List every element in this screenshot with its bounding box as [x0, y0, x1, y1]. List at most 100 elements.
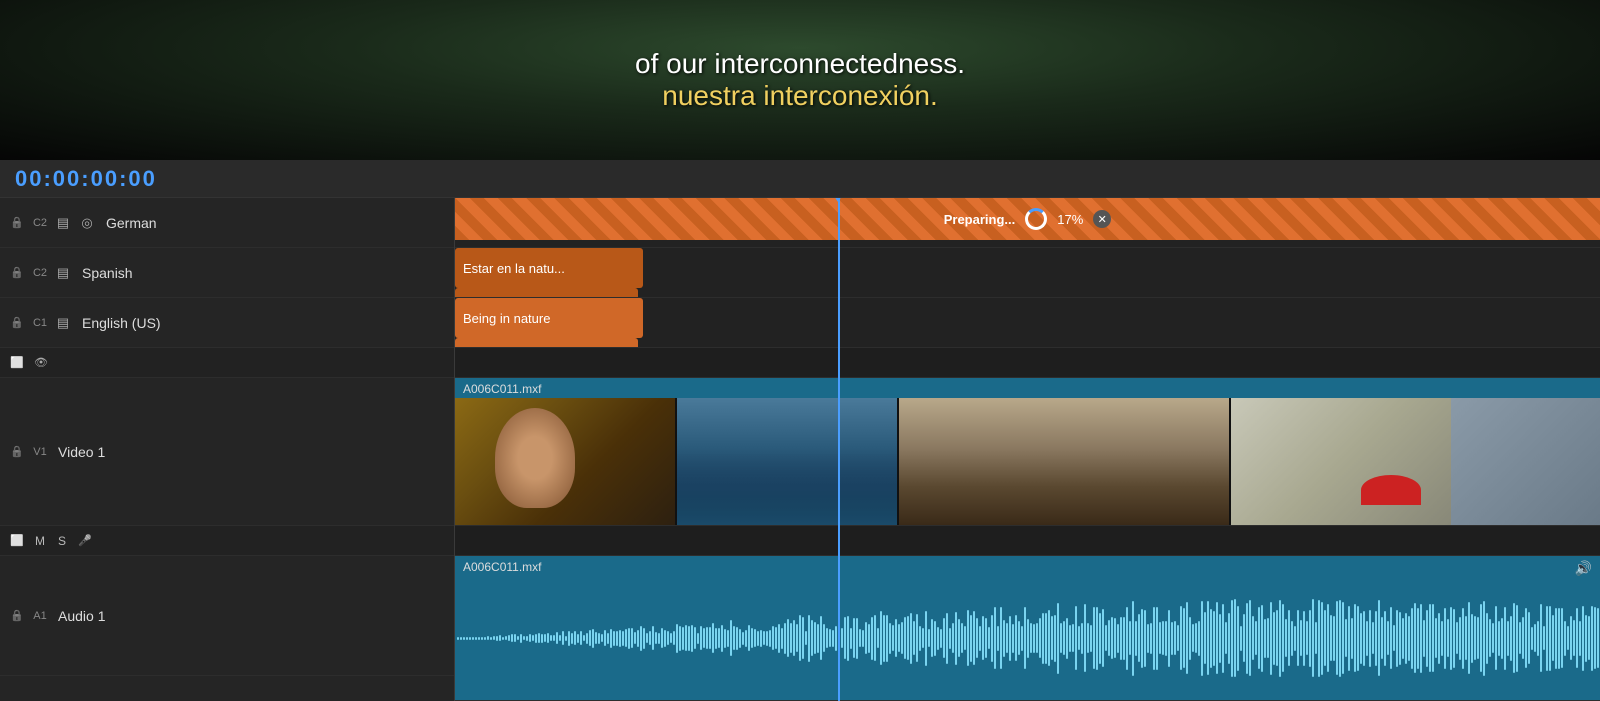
waveform-bar [940, 629, 942, 648]
english-clip-1[interactable]: Being in nature [455, 298, 643, 338]
waveform-bar [691, 625, 693, 652]
waveform-bar [958, 619, 960, 657]
waveform-bar [1543, 626, 1545, 650]
waveform-bar [1570, 616, 1572, 660]
waveform-bar [928, 629, 930, 647]
waveform-bar [601, 634, 603, 642]
waveform-bar [658, 633, 660, 644]
waveform-bar [577, 634, 579, 643]
waveform-bar [892, 625, 894, 651]
track-name-video: Video 1 [58, 444, 105, 460]
waveform-bar [1258, 607, 1260, 669]
waveform-bar [1123, 617, 1125, 660]
lock-icon-english[interactable] [8, 314, 26, 332]
waveform-bar [1390, 607, 1392, 669]
waveform-bar [853, 618, 855, 658]
mute-label[interactable]: M [32, 534, 48, 548]
waveform-bar [610, 629, 612, 648]
waveform-bar [1549, 606, 1551, 671]
subtitle-icon-german[interactable] [54, 214, 72, 232]
waveform-bar [1189, 617, 1191, 660]
waveform-bar [814, 622, 816, 654]
lock-icon-german[interactable] [8, 214, 26, 232]
waveform-bar [1594, 607, 1596, 669]
video-clip-name: A006C011.mxf [463, 382, 542, 396]
waveform-bar [1174, 621, 1176, 655]
lock-icon-spanish[interactable] [8, 264, 26, 282]
waveform-bar [724, 629, 726, 648]
waveform-bar [1063, 621, 1065, 655]
subtitle-icon-english[interactable] [54, 314, 72, 332]
video-thumb-3 [899, 398, 1229, 525]
subtitle-icon-spanish[interactable] [54, 264, 72, 282]
mic-icon[interactable] [76, 532, 94, 550]
video-preview: of our interconnectedness. nuestra inter… [0, 0, 1600, 160]
waveform-bar [1165, 621, 1167, 656]
lock-icon-video[interactable] [8, 443, 26, 461]
track-header-video: V1 Video 1 [0, 378, 454, 526]
track-header-video-controls [0, 348, 454, 378]
subtitle-overlay: of our interconnectedness. nuestra inter… [635, 48, 965, 112]
solo-label[interactable]: S [54, 534, 70, 548]
waveform-bar [466, 637, 468, 640]
waveform-bar [685, 625, 687, 651]
waveform-bar [1078, 626, 1080, 650]
waveform-bar [1054, 615, 1056, 662]
waveform-bar [463, 637, 465, 640]
waveform-bar [1408, 616, 1410, 661]
track-row-video: A006C011.mxf [455, 378, 1600, 526]
waveform-bar [568, 631, 570, 646]
audio-export-icon[interactable] [8, 532, 26, 550]
waveform-bar [541, 634, 543, 643]
waveform-bar [1435, 618, 1437, 658]
waveform-bar [649, 631, 651, 645]
playhead[interactable] [838, 198, 840, 701]
cancel-button[interactable]: ✕ [1093, 210, 1111, 228]
waveform-bar [643, 628, 645, 649]
waveform-bar [868, 624, 870, 653]
waveform-bar [727, 630, 729, 647]
waveform-bar [1027, 619, 1029, 658]
spanish-clip-2[interactable]: nos recuerda... [455, 288, 638, 298]
waveform-bar [880, 611, 882, 665]
waveform-bar [1009, 616, 1011, 661]
waveform-bar [1030, 623, 1032, 653]
waveform-bar [652, 626, 654, 650]
waveform-bar [1564, 621, 1566, 656]
waveform-bar [1105, 625, 1107, 651]
waveform-bar [1420, 604, 1422, 673]
waveform-bar [1240, 626, 1242, 651]
waveform-bar [1000, 607, 1002, 669]
track-row-spanish: Estar en la natu... nos recuerda... Cada… [455, 248, 1600, 298]
video-export-icon[interactable] [8, 354, 26, 372]
waveform-bar [748, 625, 750, 651]
waveform-bar [1048, 610, 1050, 666]
eye-icon[interactable] [32, 354, 50, 372]
waveform-bar [487, 636, 489, 640]
spanish-clip-1[interactable]: Estar en la natu... [455, 248, 643, 288]
lock-icon-audio[interactable] [8, 607, 26, 625]
waveform-bar [1219, 614, 1221, 663]
percent-label: 17% [1057, 212, 1083, 227]
waveform-bar [571, 633, 573, 644]
waveform-bar [772, 626, 774, 650]
english-clip-2[interactable]: reminds us of [455, 338, 638, 348]
waveform-bar [745, 630, 747, 647]
waveform-bar [631, 628, 633, 648]
waveform-bar [667, 631, 669, 645]
audio-clip[interactable]: A006C011.mxf 🔊 [455, 556, 1600, 700]
video-clip[interactable]: A006C011.mxf [455, 378, 1600, 525]
waveform-bar [790, 623, 792, 653]
waveform-bar [1495, 606, 1497, 670]
waveform-bar [1156, 607, 1158, 670]
waveform-bar [1237, 606, 1239, 671]
view-icon-german[interactable] [78, 214, 96, 232]
timecode-display: 00:00:00:00 [15, 166, 157, 192]
waveform-bar [925, 611, 927, 666]
waveform-bar [1135, 621, 1137, 656]
waveform-bar [1327, 604, 1329, 672]
waveform-bar [1201, 601, 1203, 676]
waveform-bar [1279, 600, 1281, 677]
waveform-bar [1306, 621, 1308, 655]
waveform-bar [1552, 615, 1554, 661]
